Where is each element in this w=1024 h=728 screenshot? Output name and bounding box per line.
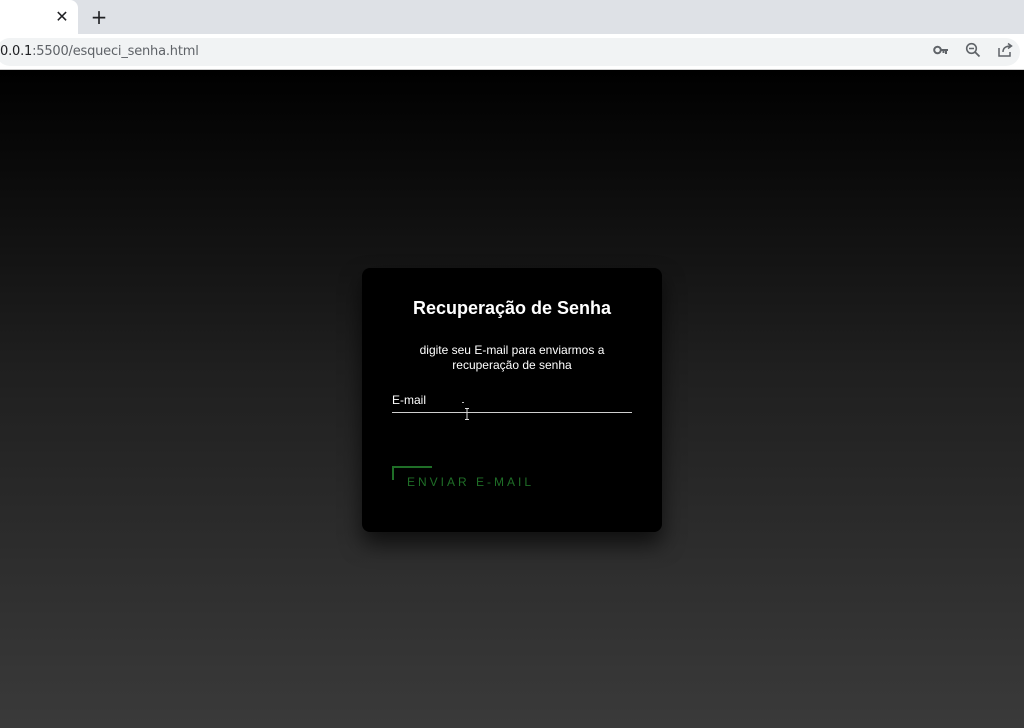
page-title: Recuperação de Senha (412, 298, 612, 318)
email-underline (392, 412, 632, 413)
url-text[interactable]: 0.0.1:5500/esqueci_senha.html (0, 44, 199, 59)
text-cursor-icon (464, 407, 470, 420)
send-email-label: ENVIAR E-MAIL (407, 475, 535, 489)
button-accent-vertical (392, 466, 394, 480)
share-icon[interactable] (997, 42, 1013, 58)
browser-tab[interactable]: ✕ (0, 0, 78, 34)
instructions-text: digite seu E-mail para enviarmos a recup… (419, 343, 605, 372)
send-email-button[interactable]: ENVIAR E-MAIL (392, 466, 532, 492)
zoom-out-icon[interactable] (965, 42, 981, 58)
page-background: Recuperação de Senha digite seu E-mail p… (0, 70, 1024, 728)
button-accent-horizontal (392, 466, 432, 468)
browser-toolbar: 0.0.1:5500/esqueci_senha.html (0, 34, 1024, 70)
tab-strip: ✕ + (0, 0, 1024, 34)
new-tab-button[interactable]: + (89, 7, 109, 27)
url-path: :5500/esqueci_senha.html (32, 44, 199, 59)
email-field[interactable] (392, 390, 632, 412)
key-icon[interactable] (933, 42, 949, 58)
url-host: 0.0.1 (0, 44, 33, 59)
input-caret-dot (462, 402, 464, 403)
address-bar[interactable]: 0.0.1:5500/esqueci_senha.html (0, 38, 1020, 66)
password-recovery-card: Recuperação de Senha digite seu E-mail p… (362, 268, 662, 532)
close-tab-icon[interactable]: ✕ (54, 9, 70, 25)
